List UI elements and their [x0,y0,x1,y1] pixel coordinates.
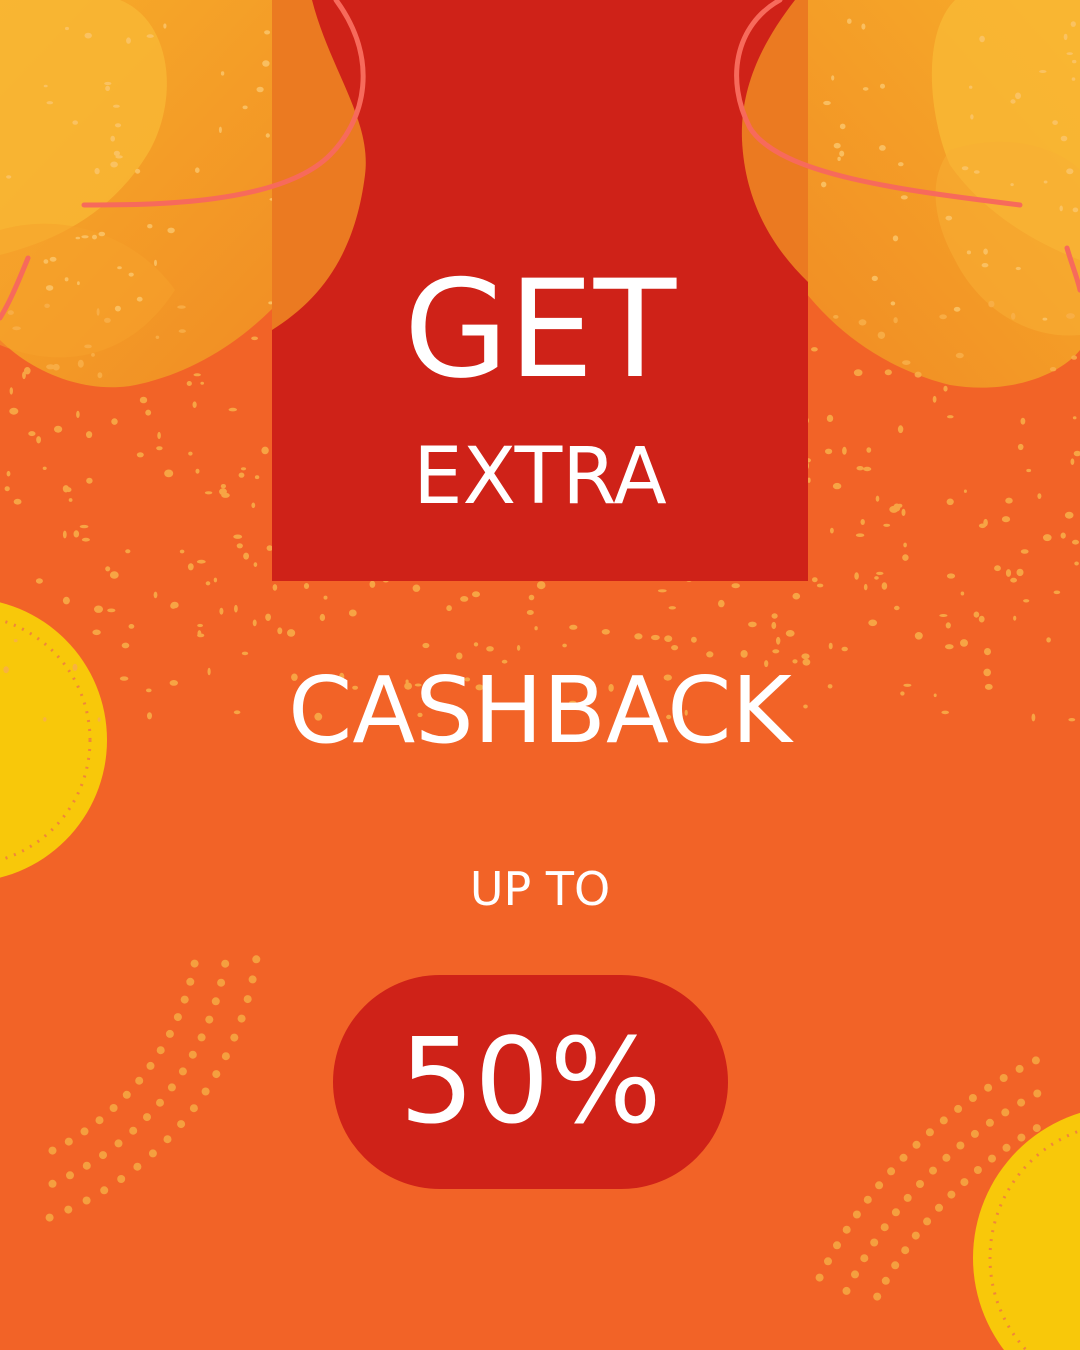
right-panel-overlay-blob [741,0,808,282]
offer-prefix: UP TO [469,862,611,916]
headline-cashback: CASHBACK [288,657,792,764]
headline-extra: EXTRA [413,432,667,522]
cashback-promo-poster: GET EXTRA CASHBACK UP TO 50% [0,0,1080,1350]
headline-get: GET [403,251,677,408]
discount-value: 50% [399,1012,662,1150]
